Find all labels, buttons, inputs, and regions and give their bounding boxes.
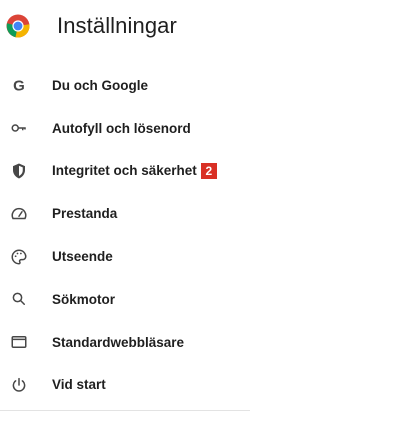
chrome-logo-icon [6,14,30,38]
palette-icon [9,247,29,267]
sidebar-divider [0,410,250,411]
power-icon [9,375,29,395]
svg-text:G: G [13,78,25,95]
sidebar-item-label: Integritet och säkerhet [52,163,197,179]
settings-sidebar: G Du och Google Autofyll och lösenord In… [0,64,300,406]
sidebar-item-on-startup[interactable]: Vid start [0,364,300,407]
sidebar-item-label: Autofyll och lösenord [52,120,191,136]
sidebar-item-label: Utseende [52,249,113,265]
sidebar-item-you-and-google[interactable]: G Du och Google [0,64,300,107]
speedometer-icon [9,204,29,224]
sidebar-item-autofill[interactable]: Autofyll och lösenord [0,107,300,150]
settings-header: Inställningar [6,10,177,42]
page-title: Inställningar [57,13,177,38]
search-icon [9,289,29,309]
key-icon [9,118,29,138]
sidebar-item-search-engine[interactable]: Sökmotor [0,278,300,321]
sidebar-item-appearance[interactable]: Utseende [0,235,300,278]
sidebar-item-performance[interactable]: Prestanda [0,192,300,235]
shield-icon [9,161,29,181]
sidebar-item-label: Sökmotor [52,291,116,307]
notification-badge: 2 [200,162,217,179]
sidebar-item-privacy[interactable]: Integritet och säkerhet 2 [0,150,300,193]
google-g-icon: G [9,75,29,95]
sidebar-item-default-browser[interactable]: Standardwebbläsare [0,321,300,364]
browser-window-icon [9,332,29,352]
sidebar-item-label: Du och Google [52,77,148,93]
sidebar-item-label: Vid start [52,377,106,393]
sidebar-item-label: Prestanda [52,206,118,222]
sidebar-item-label: Standardwebbläsare [52,334,185,350]
